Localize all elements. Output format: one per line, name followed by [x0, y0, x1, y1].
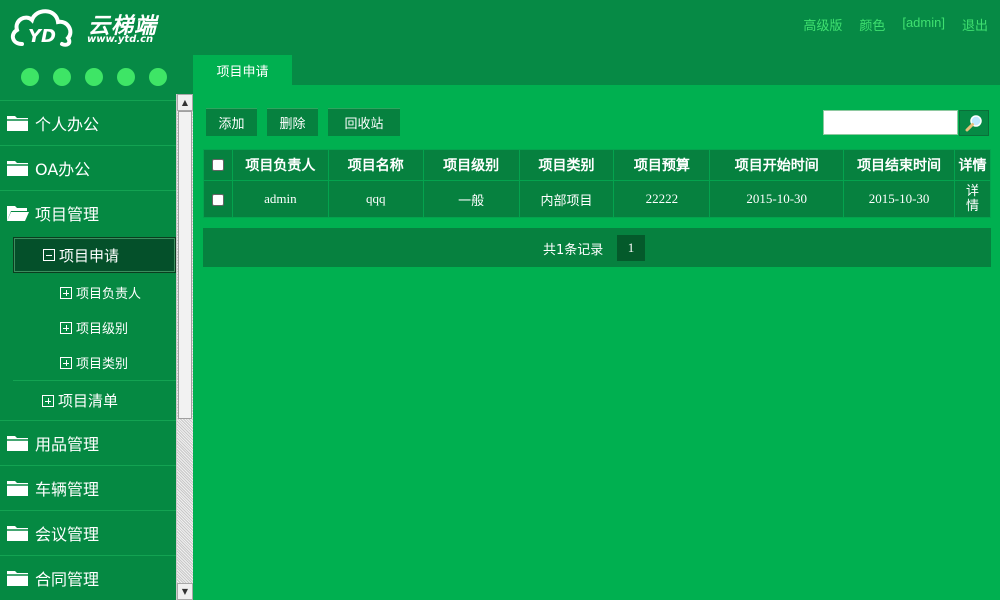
folder-open-icon	[7, 206, 29, 221]
column-header[interactable]: 项目名称	[327, 149, 424, 181]
sidebar-scrollbar[interactable]: ▲ ▼	[176, 94, 193, 600]
sidebar-item-label: 车辆管理	[35, 480, 100, 499]
expand-box-icon	[60, 356, 72, 369]
folder-icon	[7, 571, 28, 586]
project-table: 项目负责人 项目名称 项目级别 项目类别 项目预算 项目开始时间 项目结束时间 …	[203, 149, 991, 218]
table-header-row: 项目负责人 项目名称 项目级别 项目类别 项目预算 项目开始时间 项目结束时间 …	[203, 149, 991, 181]
column-header[interactable]: 项目结束时间	[843, 149, 955, 181]
collapse-box-icon	[43, 249, 55, 261]
user-link[interactable]: [admin]	[902, 15, 945, 34]
cell-category: 内部项目	[518, 180, 615, 218]
expand-box-icon	[42, 394, 54, 407]
sidebar-item-label: 合同管理	[35, 570, 100, 589]
sidebar-subitem-project-list[interactable]: 项目清单	[13, 380, 176, 420]
search-button[interactable]	[959, 110, 989, 136]
add-button[interactable]: 添加	[206, 108, 257, 136]
sidebar-item-label: 用品管理	[35, 435, 100, 454]
column-header[interactable]: 项目类别	[518, 149, 615, 181]
cloud-logo-icon: YD	[10, 9, 73, 47]
folder-icon	[7, 436, 28, 451]
select-all-cell	[203, 149, 233, 181]
sidebar-item-oa-office[interactable]: OA办公	[0, 145, 176, 190]
select-all-checkbox[interactable]	[211, 159, 224, 171]
sidebar-subitem-label: 项目申请	[59, 246, 120, 265]
page-button[interactable]: 1	[617, 235, 645, 261]
cell-owner: admin	[231, 180, 329, 218]
folder-icon	[7, 116, 28, 131]
sidebar-item-label: 个人办公	[35, 115, 100, 134]
sidebar-item-label: 项目管理	[35, 205, 100, 224]
column-header: 详情	[954, 149, 991, 181]
search-input[interactable]	[823, 110, 958, 135]
folder-icon	[7, 526, 28, 541]
sidebar-item-personal-office[interactable]: 个人办公	[0, 100, 176, 145]
delete-button[interactable]: 删除	[267, 108, 318, 136]
svg-text:YD: YD	[28, 26, 56, 47]
sidebar-subsubitem-label: 项目级别	[76, 322, 129, 337]
sidebar-item-contract-management[interactable]: 合同管理	[0, 555, 176, 600]
row-select-cell	[203, 180, 233, 218]
sidebar-subitem-project-apply[interactable]: 项目申请	[13, 237, 176, 273]
sidebar-item-label: 会议管理	[35, 525, 100, 544]
scroll-thumb[interactable]	[178, 111, 192, 419]
cell-start: 2015-10-30	[709, 180, 845, 218]
logo-url: www.ytd.cn	[87, 34, 154, 45]
sidebar-subitem-label: 项目清单	[58, 392, 119, 410]
sidebar-subsubitem-label: 项目类别	[76, 357, 129, 372]
scroll-down-button[interactable]: ▼	[177, 583, 193, 600]
tab-project-apply[interactable]: 项目申请	[193, 55, 292, 85]
sidebar-subsubitem-label: 项目负责人	[76, 287, 142, 302]
cell-budget: 22222	[613, 180, 711, 218]
theme-dot[interactable]	[149, 68, 167, 86]
column-header[interactable]: 项目预算	[613, 149, 711, 181]
theme-dots-bar	[0, 55, 193, 100]
top-links: 高级版 颜色 [admin] 退出	[786, 15, 988, 34]
expand-box-icon	[60, 321, 72, 334]
folder-icon	[7, 481, 28, 496]
column-header[interactable]: 项目负责人	[231, 149, 329, 181]
advanced-version-link[interactable]: 高级版	[803, 15, 842, 34]
sidebar-item-label: OA办公	[35, 160, 91, 179]
theme-dot[interactable]	[53, 68, 71, 86]
detail-link[interactable]: 详情	[965, 184, 981, 214]
column-header[interactable]: 项目级别	[422, 149, 520, 181]
pagination: 共1条记录 1	[203, 228, 991, 267]
theme-dot[interactable]	[21, 68, 39, 86]
folder-icon	[7, 161, 28, 176]
sidebar: 个人办公 OA办公 项目管理 项目申请 项目负责人 项目级别 项目类别 项目清单…	[0, 100, 193, 600]
scroll-up-button[interactable]: ▲	[177, 94, 193, 111]
expand-box-icon	[60, 286, 72, 299]
cell-level: 一般	[422, 180, 520, 218]
column-header[interactable]: 项目开始时间	[709, 149, 845, 181]
sidebar-subsubitem-project-owner[interactable]: 项目负责人	[60, 283, 141, 302]
sidebar-item-project-management[interactable]: 项目管理	[0, 190, 176, 235]
table-row[interactable]: admin qqq 一般 内部项目 22222 2015-10-30 2015-…	[203, 180, 991, 218]
cell-name: qqq	[327, 180, 424, 218]
logo[interactable]: YD 云梯端 www.ytd.cn	[8, 4, 178, 50]
tab-bar: 项目申请	[193, 55, 1000, 85]
sidebar-item-supplies-management[interactable]: 用品管理	[0, 420, 176, 465]
cell-end: 2015-10-30	[843, 180, 955, 218]
sidebar-item-meeting-management[interactable]: 会议管理	[0, 510, 176, 555]
theme-dot[interactable]	[85, 68, 103, 86]
sidebar-subsubitem-project-level[interactable]: 项目级别	[60, 318, 128, 337]
record-count: 共1条记录	[543, 243, 604, 258]
cell-detail: 详情	[954, 180, 991, 218]
logout-link[interactable]: 退出	[962, 15, 988, 34]
theme-dot[interactable]	[117, 68, 135, 86]
search-icon	[965, 115, 982, 132]
recycle-bin-button[interactable]: 回收站	[328, 108, 400, 136]
top-header: YD 云梯端 www.ytd.cn 高级版 颜色 [admin] 退出	[0, 0, 1000, 55]
row-checkbox[interactable]	[211, 194, 224, 207]
sidebar-subsubitem-project-category[interactable]: 项目类别	[60, 353, 128, 372]
sidebar-item-vehicle-management[interactable]: 车辆管理	[0, 465, 176, 510]
color-link[interactable]: 颜色	[859, 15, 885, 34]
